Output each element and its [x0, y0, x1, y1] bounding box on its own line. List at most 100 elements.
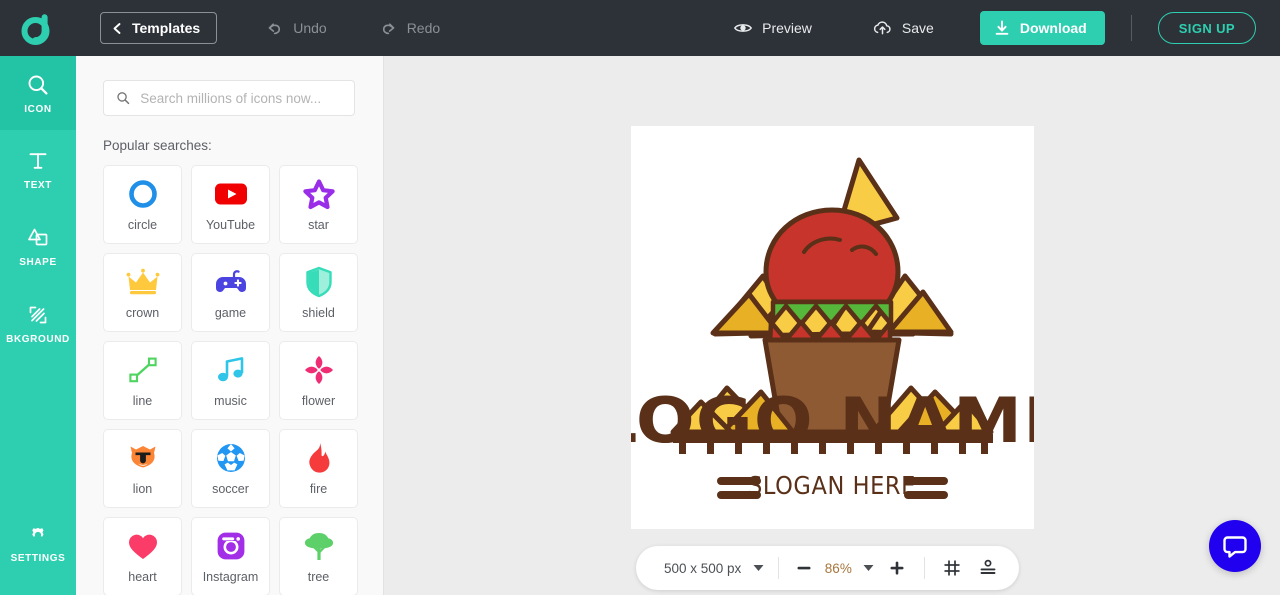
icon-cell-label: game [214, 306, 247, 320]
popular-searches-label: Popular searches: [103, 138, 212, 153]
icon-cell-label: soccer [212, 482, 249, 496]
soccer-ball-icon [211, 441, 251, 475]
text-t-icon [29, 153, 47, 169]
top-toolbar: Templates Undo Redo Preview Save Downloa… [0, 0, 1280, 56]
icon-cell-label: star [308, 218, 329, 232]
signup-button[interactable]: SIGN UP [1157, 12, 1256, 44]
icon-cell-label: YouTube [205, 218, 256, 232]
canvas-size-dropdown[interactable]: 500 x 500 px [642, 561, 778, 576]
templates-button[interactable]: Templates [100, 12, 218, 44]
icon-panel: Popular searches: circle YouTube [76, 56, 384, 595]
music-note-icon [211, 353, 251, 387]
icon-cell-label: heart [128, 570, 157, 584]
redo-button[interactable]: Redo [365, 0, 454, 56]
sidebar-item-settings-label: SETTINGS [10, 553, 66, 564]
alignment-guides-icon [980, 559, 996, 574]
app-root: Templates Undo Redo Preview Save Downloa… [0, 0, 1280, 595]
icon-cell-star[interactable]: star [279, 165, 358, 244]
sidebar-item-shape-label: SHAPE [19, 257, 57, 268]
zoom-in-button[interactable] [880, 551, 914, 585]
grid-toggle-button[interactable] [935, 551, 969, 585]
zoom-chevron-down-icon[interactable] [863, 564, 874, 572]
undo-label: Undo [293, 20, 327, 36]
icon-cell-game[interactable]: game [191, 253, 270, 332]
brand-logo[interactable] [0, 0, 76, 56]
artboard[interactable]: LOGO NAME SLOGAN HERE [631, 126, 1034, 529]
tree-icon [299, 529, 339, 563]
icon-cell-fire[interactable]: fire [279, 429, 358, 508]
shield-icon [299, 265, 339, 299]
chevron-down-icon [753, 565, 764, 571]
icon-cell-flower[interactable]: flower [279, 341, 358, 420]
sidebar-item-bkground[interactable]: BKGROUND [0, 286, 76, 361]
icon-cell-label: music [214, 394, 247, 408]
sidebar-item-settings[interactable]: SETTINGS [0, 506, 76, 581]
icon-cell-label: circle [127, 218, 158, 232]
gamepad-icon [211, 265, 251, 299]
canvas-toolbar: 500 x 500 px 86% [636, 546, 1020, 590]
hatched-square-icon [29, 306, 47, 324]
icon-cell-crown[interactable]: crown [103, 253, 182, 332]
icon-cell-label: shield [302, 306, 335, 320]
download-label: Download [1019, 20, 1087, 36]
heart-icon [123, 529, 163, 563]
sidebar-item-text[interactable]: TEXT [0, 132, 76, 207]
icon-cell-label: flower [301, 394, 336, 408]
search-input[interactable] [140, 90, 342, 106]
youtube-icon [211, 177, 251, 211]
icon-cell-soccer[interactable]: soccer [191, 429, 270, 508]
circle-outline-icon [123, 177, 163, 211]
alignment-guides-button[interactable] [971, 551, 1005, 585]
chat-widget-button[interactable] [1209, 520, 1261, 572]
icon-cell-music[interactable]: music [191, 341, 270, 420]
download-button[interactable]: Download [979, 11, 1105, 45]
chevron-left-icon [113, 22, 121, 34]
canvas-stage: LOGO NAME SLOGAN HERE 500 x 500 px [384, 56, 1280, 595]
shapes-icon [28, 228, 48, 246]
canvas-size-label: 500 x 500 px [664, 560, 742, 576]
icon-cell-line[interactable]: line [103, 341, 182, 420]
icon-cell-label: fire [309, 482, 328, 496]
icon-cell-circle[interactable]: circle [103, 165, 182, 244]
gear-icon [32, 527, 44, 539]
undo-arrow-icon [268, 22, 281, 34]
search-box[interactable] [103, 80, 355, 116]
icon-cell-instagram[interactable]: Instagram [191, 517, 270, 595]
four-petal-flower-icon [299, 353, 339, 387]
icon-cell-label: tree [307, 570, 330, 584]
sidebar-item-text-label: TEXT [24, 180, 52, 191]
redo-arrow-icon [382, 22, 395, 34]
magnifier-icon [28, 75, 48, 95]
preview-label: Preview [762, 20, 812, 36]
save-button[interactable]: Save [858, 0, 948, 56]
sidebar-item-icon-label: ICON [24, 103, 52, 115]
signup-label: SIGN UP [1178, 20, 1235, 36]
icon-cell-label: lion [132, 482, 153, 496]
chat-bubble-icon [1223, 536, 1247, 558]
logo-artwork: LOGO NAME SLOGAN HERE [631, 157, 1034, 500]
cloud-upload-icon [873, 20, 891, 34]
toolbar-separator-right [924, 557, 926, 579]
undo-button[interactable]: Undo [251, 0, 340, 56]
save-label: Save [901, 20, 934, 36]
lion-face-icon [123, 441, 163, 475]
icon-cell-lion[interactable]: lion [103, 429, 182, 508]
icon-cell-youtube[interactable]: YouTube [191, 165, 270, 244]
preview-button[interactable]: Preview [719, 0, 826, 56]
download-icon [995, 20, 1009, 35]
sidebar-item-shape[interactable]: SHAPE [0, 209, 76, 284]
star-outline-icon [299, 177, 339, 211]
icon-cell-tree[interactable]: tree [279, 517, 358, 595]
redo-label: Redo [406, 20, 441, 36]
search-icon [117, 92, 130, 105]
icon-cell-heart[interactable]: heart [103, 517, 182, 595]
templates-label: Templates [132, 20, 201, 36]
zoom-out-button[interactable] [787, 551, 821, 585]
icon-cell-shield[interactable]: shield [279, 253, 358, 332]
sidebar-item-icon[interactable]: ICON [0, 56, 76, 130]
zoom-level-value: 86% [824, 560, 852, 576]
toolbar-divider [1130, 15, 1132, 41]
eye-icon [734, 24, 753, 32]
crown-icon [123, 265, 163, 299]
minus-icon [797, 566, 811, 570]
